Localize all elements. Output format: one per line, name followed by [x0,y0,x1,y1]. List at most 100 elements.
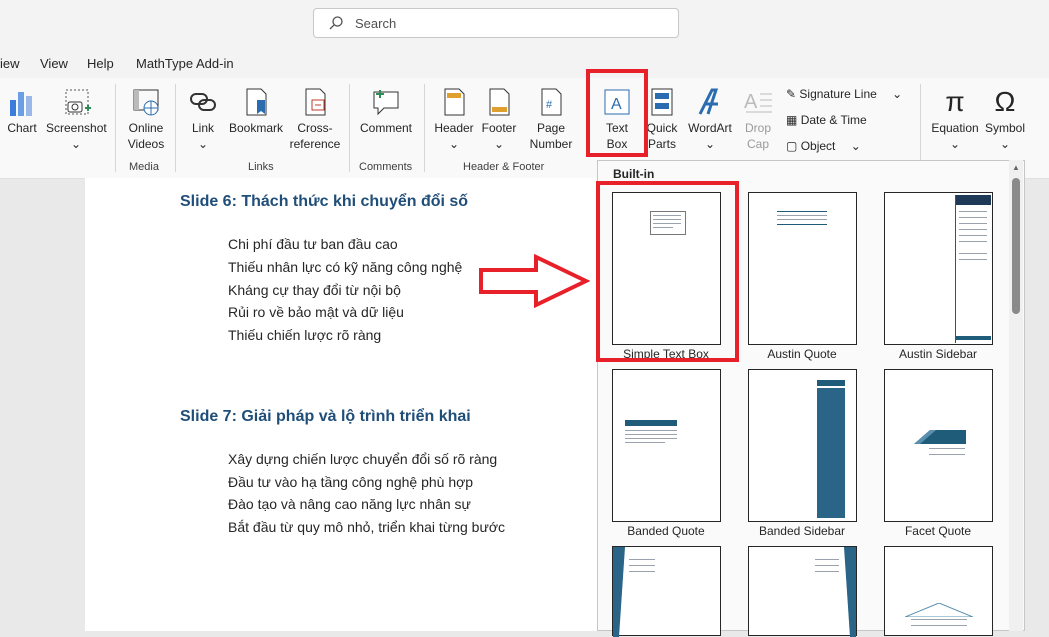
chart-icon [10,92,32,116]
list-item: Kháng cự thay đổi từ nội bộ [228,282,401,298]
gallery-option[interactable] [884,546,993,636]
list-item: Rủi ro về bảo mật và dữ liệu [228,304,404,320]
chevron-down-icon: ⌄ [949,137,961,151]
sidebar-preview [817,388,845,518]
quick-parts-button[interactable]: Quick Parts [644,86,680,152]
header-button[interactable]: Header ⌄ [432,86,476,152]
search-placeholder: Search [355,16,397,31]
chevron-down-icon: ⌄ [999,137,1011,151]
cross-reference-button[interactable]: Cross- reference [288,86,342,152]
online-videos-button[interactable]: Online Videos [124,86,168,152]
slide6-heading: Slide 6: Thách thức khi chuyển đổi số [180,193,469,210]
bookmark-icon [246,88,267,116]
title-bar: Search [0,0,1049,48]
austin-sidebar-label: Austin Sidebar [898,347,978,361]
preview-line [911,619,967,620]
group-label-header-footer: Header & Footer [463,161,545,173]
austin-sidebar-option[interactable] [884,192,993,345]
preview-line [777,224,827,225]
drop-cap-icon: A [744,91,772,113]
separator [175,84,176,172]
preview-line [815,565,839,566]
object-button[interactable]: ▢ Object ⌄ [786,139,861,153]
pi-icon: π [945,86,965,117]
footer-button[interactable]: Footer ⌄ [478,86,520,152]
comment-button[interactable]: Comment [356,86,416,136]
annotation-arrow [479,254,590,308]
link-button[interactable]: Link ⌄ [184,86,222,152]
search-box[interactable]: Search [313,8,679,38]
date-time-button[interactable]: ▦ Date & Time [786,113,867,127]
band-preview [625,420,677,426]
header-icon [444,88,465,116]
preview-line [629,565,655,566]
grayscale-preview [613,547,625,637]
signature-line-button[interactable]: ✎ Signature Line ⌄ [786,87,902,101]
preview-line [625,442,665,443]
scrollbar-thumb[interactable] [1012,178,1020,314]
signature-line-icon: ✎ [786,87,797,101]
preview-line [629,571,655,572]
list-item: Đầu tư vào hạ tầng công nghệ phù hợp [228,474,474,490]
svg-text:A: A [744,91,758,113]
facet-quote-label: Facet Quote [904,524,972,538]
list-item: Chi phí đầu tư ban đầu cao [228,236,398,252]
menu-tab-mathtype[interactable]: MathType Add-in [136,56,234,71]
svg-text:#: # [546,99,553,111]
preview-line [815,571,839,572]
equation-button[interactable]: π Equation ⌄ [928,86,982,152]
page-number-button[interactable]: # Page Number [522,86,580,152]
slide7-heading: Slide 7: Giải pháp và lộ trình triển kha… [180,408,471,425]
austin-quote-option[interactable] [748,192,857,345]
preview-line [625,434,677,435]
preview-line [959,241,987,242]
facet-preview [914,430,966,444]
facet-quote-option[interactable] [884,369,993,522]
cross-reference-icon [305,88,326,116]
list-item: Thiếu chiến lược rõ ràng [228,327,382,343]
sidebar-preview-header [956,195,991,205]
gallery-section-label: Built-in [613,167,655,181]
group-label-media: Media [129,161,159,173]
grayscale-preview [844,547,856,637]
chart-button[interactable]: Chart [4,86,40,136]
screenshot-button[interactable]: Screenshot ⌄ [46,86,107,152]
preview-line [777,211,827,212]
wordart-button[interactable]: WordArt ⌄ [686,86,734,152]
omega-icon: Ω [994,86,1016,117]
gallery-scrollbar[interactable]: ▲ [1009,160,1023,631]
preview-line [959,223,987,224]
separator [349,84,350,172]
banded-sidebar-option[interactable] [748,369,857,522]
banded-quote-option[interactable] [612,369,721,522]
separator [424,84,425,172]
banded-quote-label: Banded Quote [627,524,705,538]
symbol-button[interactable]: Ω Symbol ⌄ [982,86,1028,152]
menu-tab-review[interactable]: iew [0,56,20,71]
group-label-links: Links [248,161,274,173]
gallery-option[interactable] [612,546,721,637]
comment-icon [373,90,399,116]
calendar-icon: ▦ [786,113,798,127]
drop-cap-button[interactable]: A Drop Cap [738,86,778,152]
wordart-icon [698,88,719,115]
group-label-comments: Comments [359,161,413,173]
footer-icon [489,88,510,116]
bookmark-button[interactable]: Bookmark [228,86,284,136]
list-item: Thiếu nhân lực có kỹ năng công nghệ [228,259,463,275]
gallery-option[interactable] [748,546,857,637]
preview-line [929,448,965,449]
sidebar-preview-footer [956,336,991,340]
scroll-up-icon[interactable]: ▲ [1012,163,1020,172]
screenshot-icon [65,89,91,115]
menu-tab-help[interactable]: Help [87,56,114,71]
preview-line [959,211,987,212]
preview-line [959,259,987,260]
menu-tab-view[interactable]: View [40,56,68,71]
list-item: Xây dựng chiến lược chuyển đổi số rõ ràn… [228,451,498,467]
chevron-down-icon: ⌄ [850,139,861,153]
list-item: Bắt đầu từ quy mô nhỏ, triển khai từng b… [228,519,505,535]
austin-quote-label: Austin Quote [767,347,837,361]
simple-text-box-highlight [596,181,739,362]
preview-line [959,253,987,254]
